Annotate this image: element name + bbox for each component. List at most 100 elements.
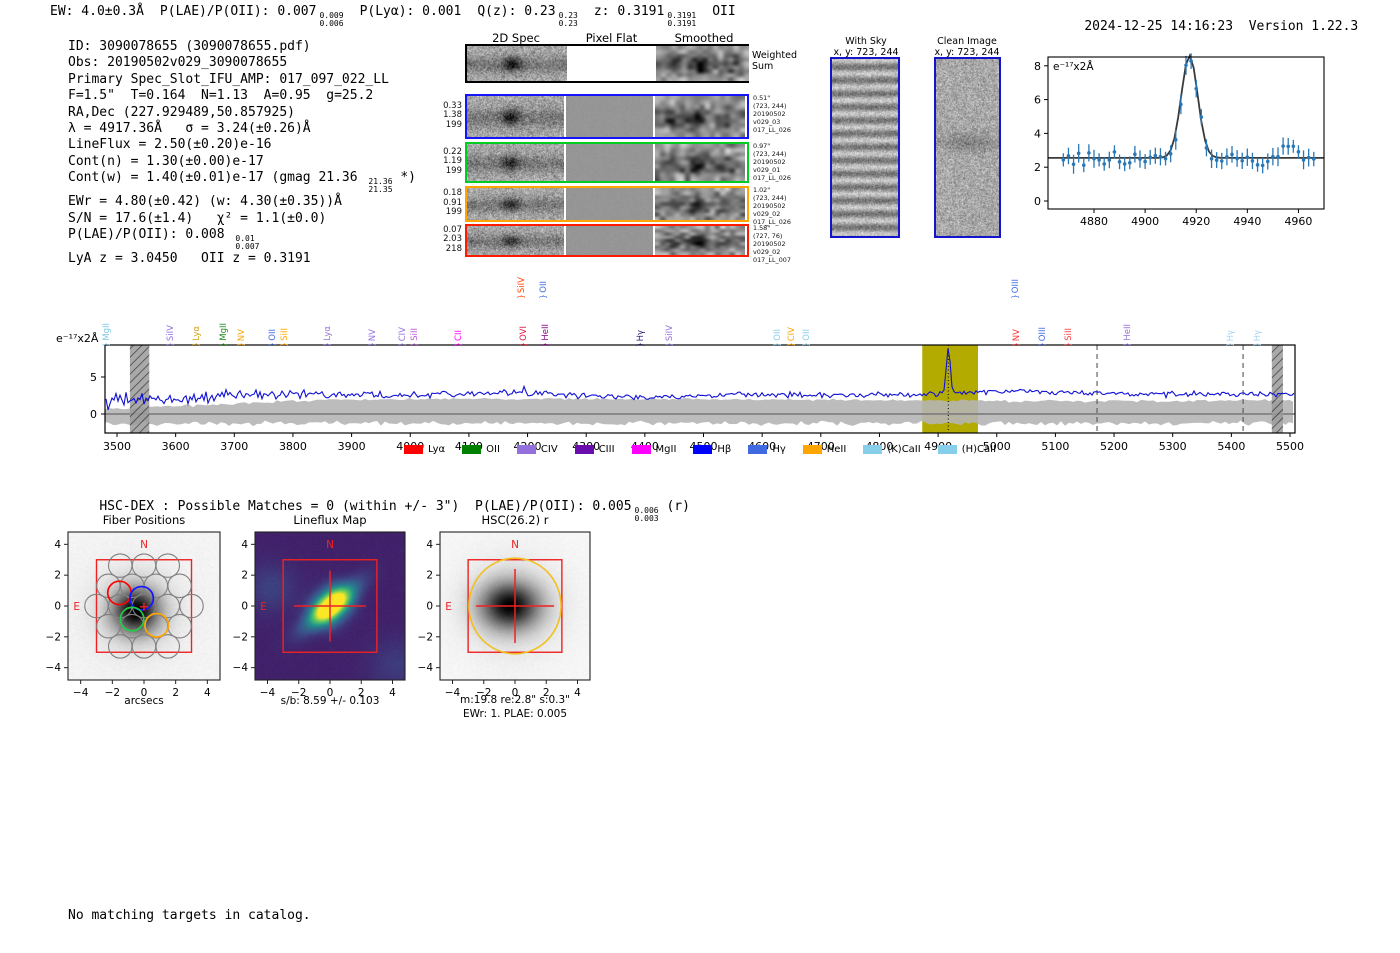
info-line: LyA z = 3.0450 OII z = 0.3191 — [68, 251, 311, 267]
svg-text:N: N — [140, 539, 148, 551]
line-fit-ylabel: e⁻¹⁷x2Å — [1053, 61, 1094, 73]
smoothed-cell — [655, 226, 745, 255]
spec2d-row-annotation: 0.97" (723, 244) 20190502 v029_01 017_LL_026 — [753, 142, 791, 182]
spec2d-cell — [467, 96, 564, 137]
legend-swatch — [403, 445, 423, 454]
col-header-smoothed: Smoothed — [674, 31, 734, 45]
svg-text:N: N — [326, 539, 334, 551]
with-sky-title: With Sky — [845, 36, 887, 47]
spectrum-line-label: Hγ{ — [1225, 329, 1236, 347]
pixelflat-cell — [566, 188, 653, 220]
spec2d-cell — [467, 46, 567, 81]
legend-item: Hβ — [693, 444, 731, 455]
clean-image-title: Clean Image — [937, 36, 997, 47]
spectrum-line-label: SiIV{ — [165, 324, 176, 347]
svg-text:0: 0 — [426, 601, 433, 613]
pixelflat-cell — [566, 96, 653, 137]
svg-text:−4: −4 — [233, 662, 249, 674]
summary-header: EW: 4.0±0.3Å P(LAE)/P(OII): 0.007 0.009 0.… — [50, 4, 736, 28]
spec2d-row — [465, 224, 749, 257]
smoothed-cell — [655, 188, 745, 220]
spectrum-line-label: OII{ — [801, 329, 812, 347]
info-line: Cont(n) = 1.30(±0.00)e-17 — [68, 153, 264, 169]
legend-swatch — [574, 445, 594, 454]
plya-value: P(Lyα): 0.001 — [359, 4, 462, 19]
legend-swatch — [802, 445, 822, 454]
footer-notes: No matching targets in catalog. Row inte… — [68, 876, 311, 953]
info-line: EWr = 4.80(±0.42) (w: 4.30(±0.35))Å — [68, 194, 342, 210]
spectrum-line-label: SiIV{ — [516, 276, 527, 299]
spectrum-line-label: SiII{ — [1063, 328, 1074, 347]
spec2d-row-annotation: 1.58" (727, 76) 20190502 v029_02 017_LL_007 — [753, 224, 791, 264]
svg-text:E: E — [73, 601, 80, 613]
svg-text:E: E — [260, 601, 267, 613]
svg-text:2: 2 — [241, 570, 248, 582]
legend-item: HeII — [802, 444, 846, 455]
svg-text:4: 4 — [426, 539, 433, 551]
spec2d-cell — [467, 226, 564, 255]
spectrum-line-label: CII{ — [453, 330, 464, 347]
svg-text:4920: 4920 — [1182, 215, 1210, 228]
legend-swatch — [631, 445, 651, 454]
weighted-sum-label: Weighted Sum — [752, 50, 797, 72]
spec2d-row-annotation: 1.02" (723, 244) 20190502 v029_02 017_LL_026 — [753, 186, 791, 226]
spectrum-line-label: Lyα{ — [322, 326, 333, 347]
svg-text:−4: −4 — [46, 662, 62, 674]
svg-text:4: 4 — [241, 539, 248, 551]
legend-item: MgII — [631, 444, 676, 455]
plae-poii-value: P(LAE)/P(OII): 0.007 0.009 0.006 — [159, 4, 344, 28]
svg-text:4960: 4960 — [1284, 215, 1312, 228]
ew-value: EW: 4.0±0.3Å — [50, 4, 144, 19]
spectrum-line-label: Hγ{ — [1252, 329, 1263, 347]
spectrum-line-label: OII{ — [772, 329, 783, 347]
svg-text:E: E — [445, 601, 452, 613]
info-line: LineFlux = 2.50(±0.20)e-16 — [68, 137, 272, 153]
spec2d-row-stats: 0.07 2.03 218 — [443, 224, 462, 254]
spectrum-line-label: CIV{ — [786, 326, 797, 347]
line-fit-plot: 0 2 4 6 8 4880 4900 4920 4940 4960 — [1028, 50, 1340, 232]
svg-text:4880: 4880 — [1080, 215, 1108, 228]
info-line: ID: 3090078655 (3090078655.pdf) — [68, 39, 311, 54]
spectrum-legend: Lyα OII CIV CIII MgII Hβ Hγ HeII (K)CaII (H)CaII — [105, 444, 1295, 455]
version-label: Version 1.22.3 — [1248, 19, 1359, 34]
legend-item: CIV — [516, 444, 558, 455]
svg-text:6: 6 — [1034, 94, 1041, 107]
spec2d-row-stats: 0.33 1.38 199 — [443, 100, 462, 130]
spectrum-line-label: HeII{ — [1122, 324, 1133, 347]
spectrum-line-label: NV{ — [367, 328, 378, 347]
spectrum-line-label: OIII{ — [1037, 326, 1048, 347]
legend-swatch — [863, 445, 883, 454]
spectrum-line-label: OII{ — [538, 281, 549, 299]
legend-swatch — [748, 445, 768, 454]
legend-item: (H)CaII — [937, 444, 996, 455]
svg-text:4: 4 — [1034, 127, 1041, 140]
legend-item: Lyα — [403, 444, 445, 455]
svg-text:−2: −2 — [418, 631, 433, 643]
spectrum-line-label: SiIV{ — [664, 324, 675, 347]
smoothed-cell — [656, 46, 750, 81]
smoothed-cell — [655, 144, 745, 181]
z-value: z: 0.3191 0.3191 0.3191 — [593, 4, 697, 28]
svg-text:4900: 4900 — [1131, 215, 1159, 228]
svg-text:0: 0 — [1034, 195, 1041, 208]
info-line: RA,Dec (227.929489,50.857925) — [68, 104, 295, 120]
spectrum-line-label: NV{ — [236, 328, 247, 347]
svg-text:4: 4 — [54, 539, 61, 551]
svg-text:4940: 4940 — [1233, 215, 1261, 228]
legend-item: (K)CaII — [863, 444, 921, 455]
spec2d-row-stats: 0.22 1.19 199 — [443, 146, 462, 176]
col-header-pixelflat: Pixel Flat — [585, 31, 638, 45]
svg-text:0: 0 — [54, 601, 61, 613]
info-line: Cont(w) = 1.40(±0.01)e-17 (gmag 21.36 21… — [68, 170, 416, 195]
legend-swatch — [937, 445, 957, 454]
svg-text:2: 2 — [426, 570, 433, 582]
hsc-ewr-plae-label: EWr: 1. PLAE: 0.005 — [462, 708, 568, 720]
spec2d-row-stats: 0.18 0.91 199 — [443, 188, 462, 217]
spec2d-row-annotation: 0.51" (723, 244) 20190502 v029_03 017_LL_026 — [753, 94, 791, 134]
info-line: Obs: 20190502v029_3090078655 — [68, 55, 288, 71]
spec2d-row — [465, 142, 749, 183]
pixelflat-cell — [566, 226, 653, 255]
legend-item: CIII — [574, 444, 615, 455]
spectrum-plot: 3500360037003800390040004100420043004400… — [0, 300, 1400, 465]
legend-item: OII — [462, 444, 500, 455]
